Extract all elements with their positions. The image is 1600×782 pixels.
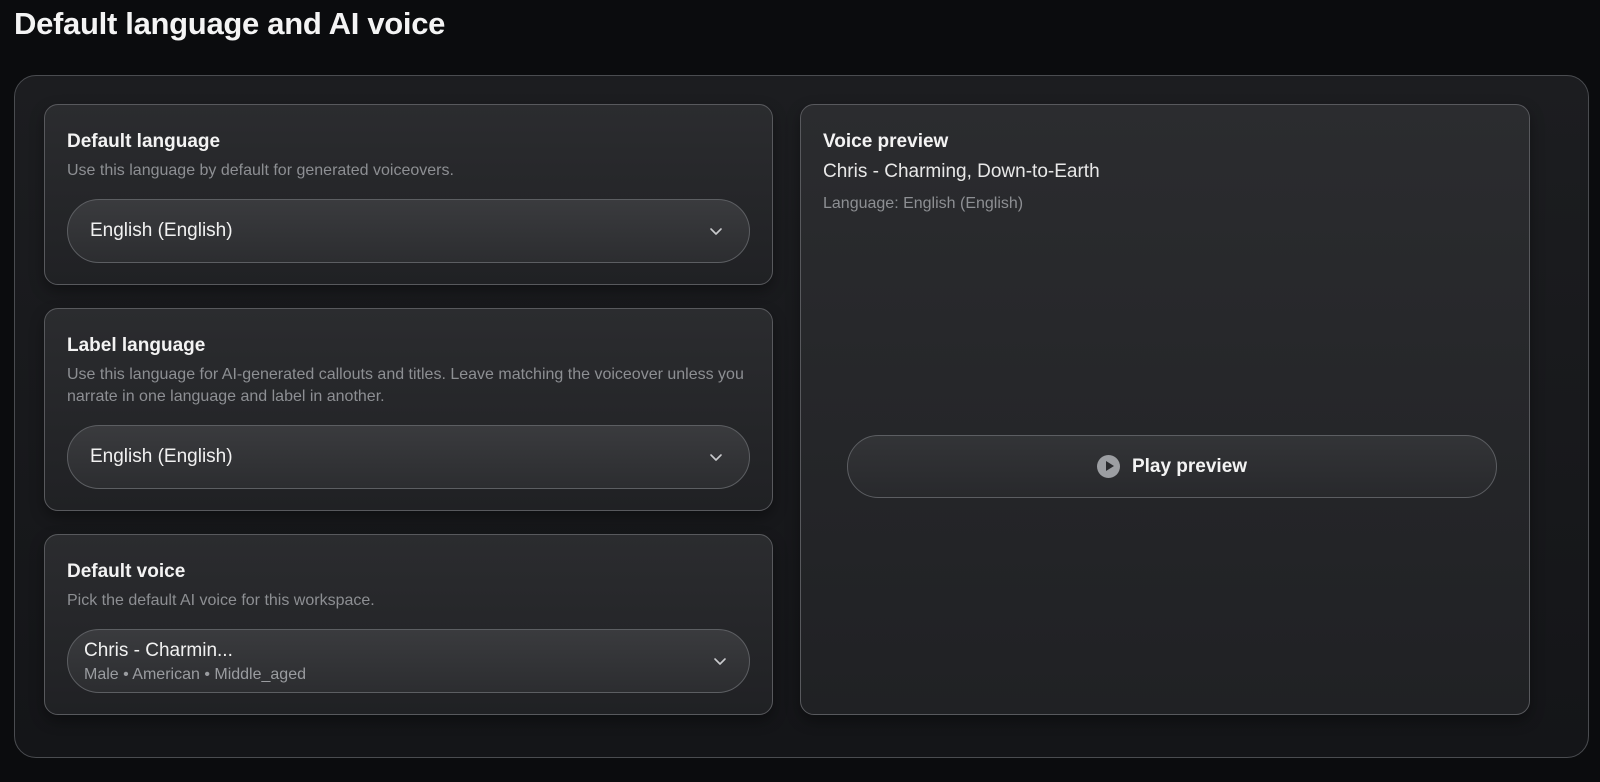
default-language-select[interactable]: English (English) <box>67 199 750 263</box>
label-language-select[interactable]: English (English) <box>67 425 750 489</box>
default-language-card: Default language Use this language by de… <box>44 104 773 285</box>
default-voice-card: Default voice Pick the default AI voice … <box>44 534 773 715</box>
chevron-down-icon <box>714 658 726 665</box>
default-voice-name: Chris - Charmin... <box>84 640 233 661</box>
label-language-title: Label language <box>67 335 206 356</box>
label-language-description: Use this language for AI-generated callo… <box>67 366 744 405</box>
play-preview-label: Play preview <box>1131 455 1248 477</box>
voice-preview-title: Voice preview <box>823 131 949 152</box>
default-voice-select[interactable]: Chris - Charmin... Male • American • Mid… <box>67 629 750 693</box>
default-language-value: English (English) <box>90 220 233 241</box>
default-voice-description: Pick the default AI voice for this works… <box>67 592 375 609</box>
settings-panel: Default language Use this language by de… <box>14 75 1589 758</box>
page-title: Default language and AI voice <box>14 6 446 41</box>
chevron-down-icon <box>710 454 722 461</box>
label-language-card: Label language Use this language for AI-… <box>44 308 773 511</box>
preview-voice-name: Chris - Charming, Down-to-Earth <box>823 161 1100 182</box>
default-voice-meta: Male • American • Middle_aged <box>84 666 306 683</box>
default-language-title: Default language <box>67 131 221 152</box>
label-language-value: English (English) <box>90 446 233 467</box>
play-preview-button[interactable]: Play preview <box>847 435 1497 498</box>
preview-voice-language: Language: English (English) <box>823 195 1024 212</box>
default-language-description: Use this language by default for generat… <box>67 162 454 179</box>
default-voice-title: Default voice <box>67 561 186 582</box>
voice-preview-card: Voice preview Chris - Charming, Down-to-… <box>800 104 1530 715</box>
chevron-down-icon <box>710 228 722 235</box>
play-circle-icon <box>1096 455 1120 478</box>
